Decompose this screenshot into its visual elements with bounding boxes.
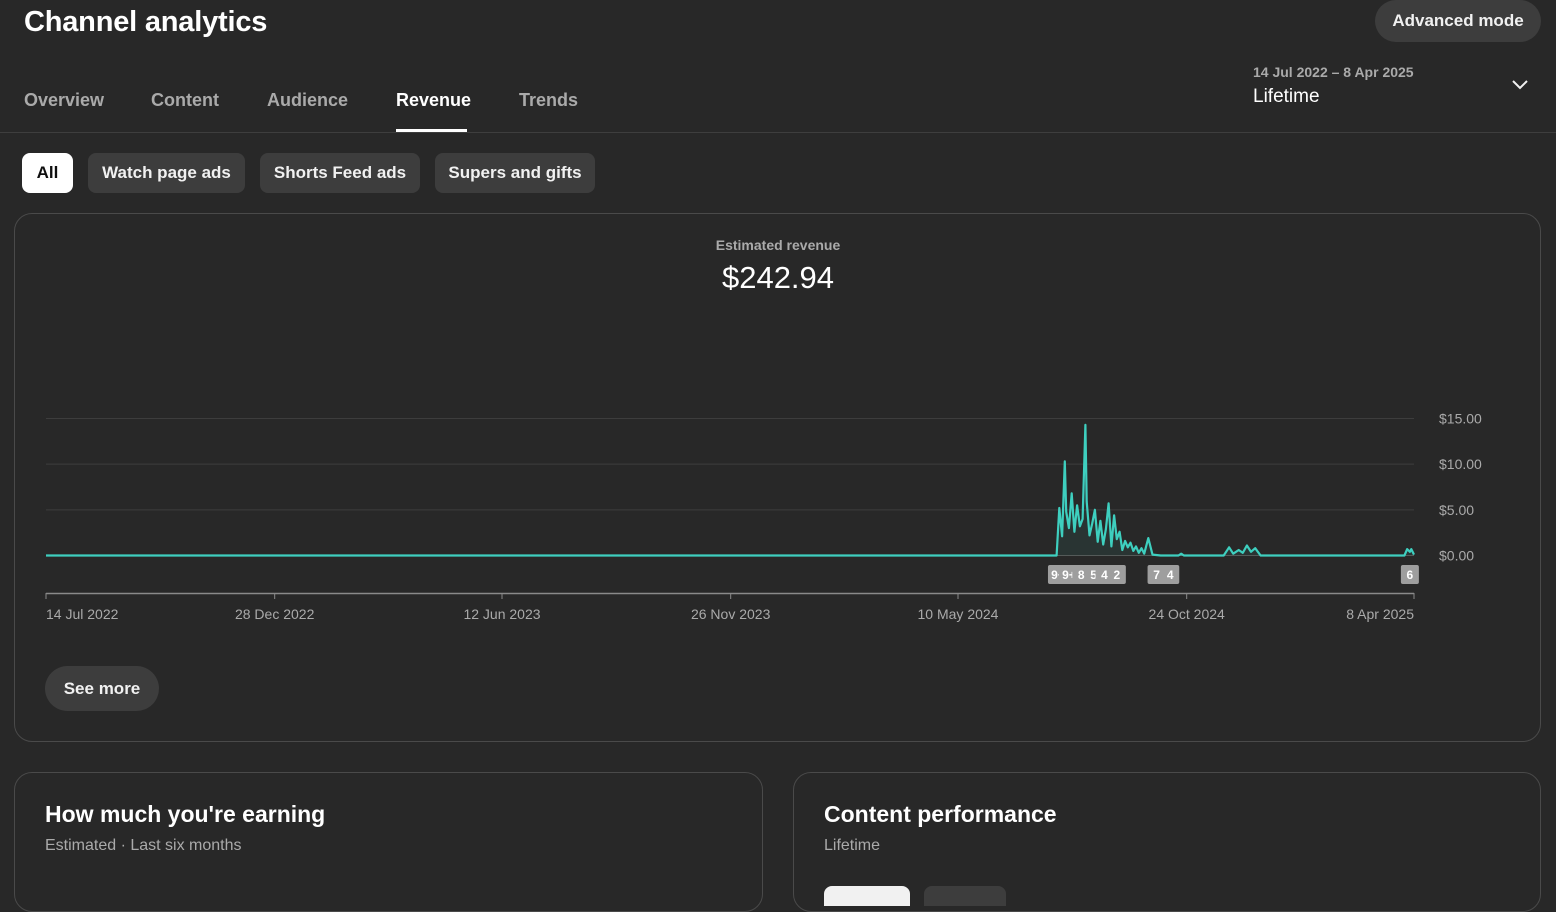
earning-card: How much you're earning Estimated · Last… — [14, 772, 763, 912]
x-tick-label: 28 Dec 2022 — [235, 606, 315, 622]
y-tick-label: $15.00 — [1439, 411, 1482, 427]
series-line — [46, 423, 1415, 557]
date-period-text: Lifetime — [1253, 86, 1320, 107]
video-publish-marker-label: 8 — [1078, 568, 1085, 582]
advanced-mode-button[interactable]: Advanced mode — [1375, 0, 1541, 42]
tab-overview[interactable]: Overview — [24, 90, 104, 111]
estimated-revenue-card: Estimated revenue $242.94 $15.00 $10.00 $5… — [14, 213, 1541, 742]
chip-supers-and-gifts[interactable]: Supers and gifts — [435, 153, 595, 193]
chevron-down-icon — [1512, 80, 1528, 90]
content-card-title: Content performance — [824, 801, 1057, 827]
date-range-selector[interactable]: 14 Jul 2022 – 8 Apr 2025 Lifetime — [1253, 64, 1543, 114]
y-tick-label: $0.00 — [1439, 548, 1474, 564]
y-tick-label: $5.00 — [1439, 502, 1474, 518]
y-tick-label: $10.00 — [1439, 456, 1482, 472]
page-title: Channel analytics — [24, 6, 268, 38]
x-tick-label: 8 Apr 2025 — [1346, 606, 1414, 622]
chip-all[interactable]: All — [22, 153, 73, 193]
earning-card-title: How much you're earning — [45, 801, 326, 827]
x-tick-label: 26 Nov 2023 — [691, 606, 771, 622]
active-tab-indicator — [396, 129, 467, 132]
chip-watch-page-ads[interactable]: Watch page ads — [88, 153, 245, 193]
video-publish-marker-label: 7 — [1153, 568, 1160, 582]
tab-audience[interactable]: Audience — [267, 90, 348, 111]
chip-shorts-feed-ads[interactable]: Shorts Feed ads — [260, 153, 420, 193]
earning-card-subtitle: Estimated · Last six months — [45, 837, 242, 854]
tab-revenue[interactable]: Revenue — [396, 90, 471, 111]
x-tick-label: 12 Jun 2023 — [463, 606, 540, 622]
tab-trends[interactable]: Trends — [519, 90, 578, 111]
x-tick-label: 14 Jul 2022 — [46, 606, 119, 622]
see-more-button[interactable]: See more — [45, 666, 159, 711]
video-publish-marker-label: 6 — [1407, 568, 1414, 582]
content-type-tab[interactable] — [924, 886, 1006, 906]
x-tick-label: 24 Oct 2024 — [1149, 606, 1225, 622]
video-publish-marker-label: 2 — [1114, 568, 1121, 582]
date-range-text: 14 Jul 2022 – 8 Apr 2025 — [1253, 64, 1414, 80]
series-area — [46, 424, 1414, 556]
x-tick-label: 10 May 2024 — [918, 606, 999, 622]
tab-content[interactable]: Content — [151, 90, 219, 111]
revenue-line-chart[interactable]: $15.00 $10.00 $5.00 $0.00 14 Jul 2022 28 Dec … — [15, 214, 1540, 654]
content-performance-card: Content performance Lifetime — [793, 772, 1541, 912]
content-type-tab-selected[interactable] — [824, 886, 910, 906]
content-card-subtitle: Lifetime — [824, 837, 881, 854]
video-publish-marker-label: 4 — [1101, 568, 1108, 582]
video-publish-marker-label: 4 — [1167, 568, 1174, 582]
